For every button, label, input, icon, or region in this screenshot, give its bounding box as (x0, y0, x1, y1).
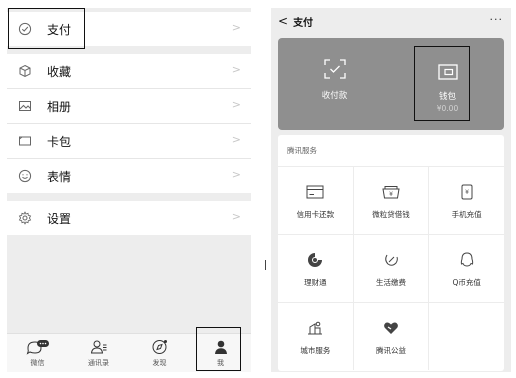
services-row: 城市服务 腾讯公益 (278, 302, 504, 370)
cube-icon (17, 63, 33, 79)
tab-contacts[interactable]: 通讯录 (68, 334, 129, 372)
service-phone-topup[interactable]: ¥ 手机充值 (429, 167, 504, 234)
menu-item-label: 表情 (47, 169, 72, 184)
service-label: 手机充值 (451, 209, 482, 219)
chat-icon (25, 338, 51, 356)
services-row: 信用卡还款 ¥ 微粒贷借钱 ¥ 手机充值 (278, 166, 504, 234)
tab-label: 微信 (30, 359, 45, 367)
svg-text:¥: ¥ (389, 191, 393, 198)
svg-text:¥: ¥ (465, 189, 469, 196)
service-loan[interactable]: ¥ 微粒贷借钱 (354, 167, 430, 234)
menu-item-stickers[interactable]: 表情 > (7, 159, 251, 193)
gear-icon (17, 210, 33, 226)
wallet-icon (437, 63, 458, 84)
service-qcoin[interactable]: Q币充值 (429, 235, 504, 302)
leaf-icon (383, 250, 399, 270)
service-credit-card[interactable]: 信用卡还款 (278, 167, 354, 234)
wealth-icon (307, 250, 323, 270)
service-label: Q币充值 (452, 277, 481, 287)
me-screen: 支付 > 收藏 > 相册 > 卡包 > 表情 > 设置 > 微信 通讯录 发现 … (7, 8, 251, 372)
compass-icon (151, 338, 169, 356)
heart-icon (383, 318, 399, 338)
menu-item-album[interactable]: 相册 > (7, 89, 251, 124)
more-icon[interactable]: ··· (490, 13, 504, 26)
wallet-button[interactable]: 钱包 ¥0.00 (391, 42, 504, 134)
phone-icon: ¥ (461, 182, 473, 202)
scan-check-icon (323, 59, 346, 83)
tab-label: 发现 (152, 359, 167, 367)
page-title: 支付 (293, 17, 314, 29)
menu-item-label: 设置 (47, 211, 72, 226)
pay-panel: 收付款 钱包 ¥0.00 (278, 38, 504, 130)
menu-group-settings: 设置 > (7, 201, 251, 235)
tab-label: 通讯录 (88, 359, 109, 367)
image-icon (17, 98, 33, 114)
service-label: 微粒贷借钱 (372, 209, 410, 219)
menu-item-pay[interactable]: 支付 > (7, 12, 251, 46)
tab-me[interactable]: 我 (190, 334, 251, 372)
tencent-services: 腾讯服务 信用卡还款 ¥ 微粒贷借钱 ¥ 手机充值 理财通 生活缴费 Q币充值 … (278, 135, 504, 371)
menu-group-main: 收藏 > 相册 > 卡包 > 表情 > (7, 54, 251, 193)
wallet-balance: ¥0.00 (436, 103, 459, 113)
chevron-right-icon: > (231, 63, 241, 76)
qq-icon (460, 250, 474, 270)
chevron-right-icon: > (231, 21, 241, 34)
collect-pay-label: 收付款 (321, 91, 348, 101)
service-city[interactable]: 城市服务 (278, 303, 354, 370)
menu-item-favorites[interactable]: 收藏 > (7, 54, 251, 89)
menu-item-label: 收藏 (47, 64, 72, 79)
services-row: 理财通 生活缴费 Q币充值 (278, 234, 504, 302)
service-charity[interactable]: 腾讯公益 (354, 303, 430, 370)
service-label: 信用卡还款 (296, 209, 335, 219)
pay-check-icon (17, 21, 33, 37)
menu-item-cards[interactable]: 卡包 > (7, 124, 251, 159)
contacts-icon (90, 338, 108, 356)
service-label: 生活缴费 (376, 277, 406, 287)
service-label: 理财通 (304, 277, 327, 287)
chevron-right-icon: > (231, 133, 241, 146)
wallet-label: 钱包 (438, 91, 456, 102)
tab-bar: 微信 通讯录 发现 我 (7, 333, 251, 372)
services-title: 腾讯服务 (287, 146, 317, 155)
menu-group-pay: 支付 > (7, 12, 251, 46)
divider-mark (265, 260, 266, 270)
service-label: 腾讯公益 (376, 345, 406, 355)
service-label: 城市服务 (300, 345, 331, 355)
chevron-right-icon: > (231, 210, 241, 223)
city-icon (307, 318, 323, 338)
service-wealth[interactable]: 理财通 (278, 235, 354, 302)
person-icon (213, 338, 229, 356)
smiley-icon (17, 168, 33, 184)
back-icon[interactable]: < (278, 14, 288, 28)
menu-item-label: 相册 (47, 99, 72, 114)
service-empty-cell (429, 303, 504, 370)
services-grid: 信用卡还款 ¥ 微粒贷借钱 ¥ 手机充值 理财通 生活缴费 Q币充值 城市服务 … (278, 166, 504, 370)
loan-icon: ¥ (382, 182, 400, 202)
nav-header: < 支付 ··· (271, 8, 511, 34)
chevron-right-icon: > (231, 168, 241, 181)
menu-item-label: 卡包 (47, 134, 72, 149)
tab-label: 我 (217, 359, 224, 367)
menu-item-label: 支付 (47, 22, 72, 37)
card-icon (17, 133, 33, 149)
credit-card-icon (306, 182, 324, 202)
chevron-right-icon: > (231, 98, 241, 111)
pay-screen: < 支付 ··· 收付款 钱包 ¥0.00 腾讯服务 信用卡还款 ¥ 微粒贷借钱… (271, 8, 511, 372)
tab-chats[interactable]: 微信 (7, 334, 68, 372)
collect-pay-button[interactable]: 收付款 (278, 34, 391, 126)
tab-discover[interactable]: 发现 (129, 334, 190, 372)
menu-item-settings[interactable]: 设置 > (7, 201, 251, 235)
service-utilities[interactable]: 生活缴费 (354, 235, 430, 302)
